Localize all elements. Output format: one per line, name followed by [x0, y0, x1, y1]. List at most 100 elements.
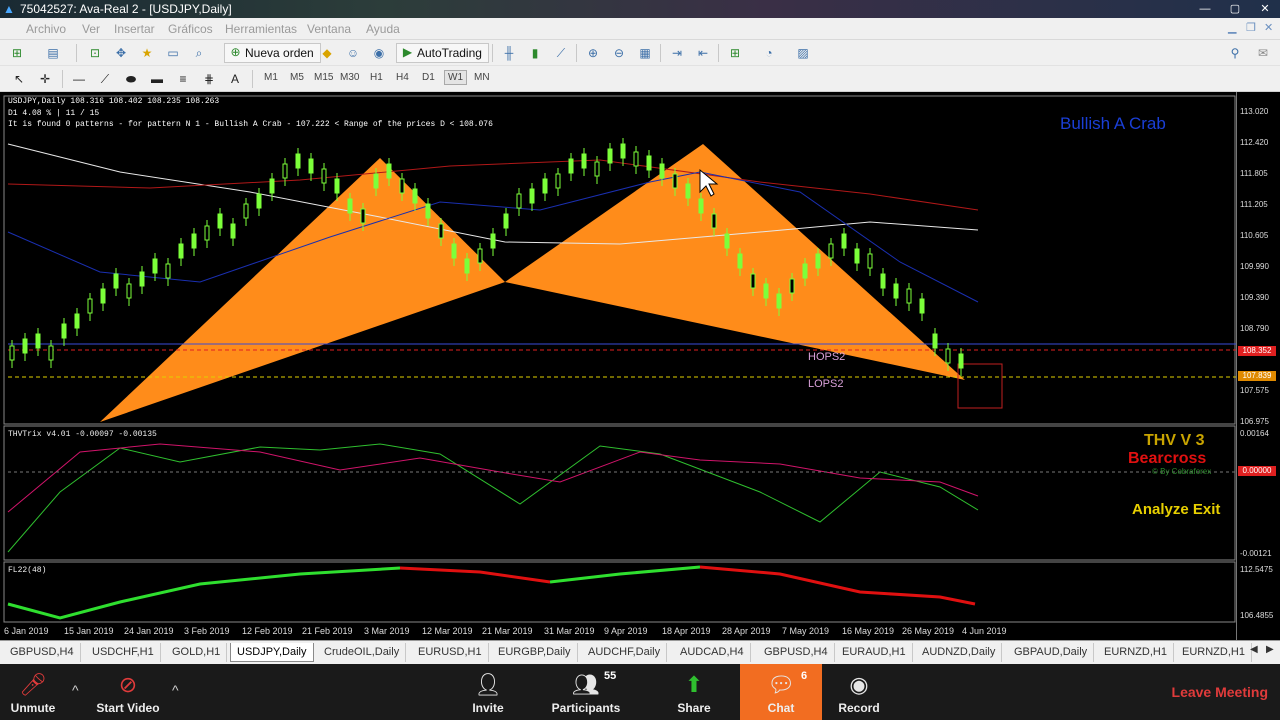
timeframe-h1[interactable]: H1 — [370, 72, 383, 83]
chart-tab[interactable]: EURNZD,H1 — [1176, 643, 1252, 662]
menu-ver[interactable]: Ver — [82, 22, 100, 36]
candle-body — [841, 233, 847, 249]
bar-chart-icon[interactable]: ╫ — [500, 44, 518, 62]
menu-graficos[interactable]: Gráficos — [168, 22, 213, 36]
zoom-in-icon[interactable]: ⊕ — [584, 44, 602, 62]
tester-icon[interactable]: ⌕ — [190, 44, 208, 62]
metaeditor-icon[interactable]: ◆ — [318, 44, 336, 62]
menu-bar: Archivo Ver Insertar Gráficos Herramient… — [0, 18, 1280, 40]
candlestick-icon[interactable]: ▮ — [526, 44, 544, 62]
chat-button[interactable]: 💬︎ 6 Chat — [740, 664, 822, 720]
chart-tab[interactable]: EURGBP,Daily — [492, 643, 578, 662]
fibo-fan-icon[interactable]: ⋕ — [200, 70, 218, 88]
start-video-button[interactable]: ⊘ Start Video — [94, 664, 162, 720]
candle-body — [932, 333, 938, 349]
navigator-icon[interactable]: ★ — [138, 44, 156, 62]
cursor-icon[interactable]: ↖ — [10, 70, 28, 88]
price-chart-canvas[interactable] — [0, 92, 1236, 640]
zoom-out-icon[interactable]: ⊖ — [610, 44, 628, 62]
invite-button[interactable]: 👤︎ Invite — [462, 664, 514, 720]
analyze-exit-label: Analyze Exit — [1132, 501, 1221, 518]
menu-ayuda[interactable]: Ayuda — [366, 22, 400, 36]
text-tool-icon[interactable]: A — [226, 70, 244, 88]
candle-body — [633, 151, 639, 167]
autoscroll-icon[interactable]: ⇤ — [694, 44, 712, 62]
new-order-button[interactable]: ⊕ Nueva orden — [224, 43, 321, 63]
line-chart-icon[interactable]: ⟋ — [552, 44, 570, 62]
close-button[interactable]: ✕ — [1250, 0, 1280, 18]
maximize-button[interactable]: ▢ — [1220, 0, 1250, 18]
timeframe-m1[interactable]: M1 — [264, 72, 278, 83]
menu-archivo[interactable]: Archivo — [26, 22, 66, 36]
periods-icon[interactable]: ◔ — [760, 44, 778, 62]
fibonacci-icon[interactable]: ≡ — [174, 70, 192, 88]
timeframe-d1[interactable]: D1 — [422, 72, 435, 83]
price-tick: 109.990 — [1240, 262, 1269, 271]
vertical-line-icon[interactable]: — — [70, 70, 88, 88]
timeframe-m30[interactable]: M30 — [340, 72, 359, 83]
chart-tab[interactable]: GBPUSD,H4 — [4, 643, 81, 662]
horizontal-line-icon[interactable]: ⬬ — [122, 70, 140, 88]
tile-windows-icon[interactable]: ▦ — [636, 44, 654, 62]
trix-axis-tick: -0.00121 — [1240, 549, 1272, 558]
chart-tab[interactable]: CrudeOIL,Daily — [318, 643, 407, 662]
chat-bubble-icon[interactable]: ✉ — [1254, 44, 1272, 62]
mdi-restore-icon[interactable]: ❐ — [1246, 21, 1256, 34]
hops-label: HOPS2 — [808, 351, 846, 363]
candle-body — [113, 273, 119, 289]
chart-tab[interactable]: EURNZD,H1 — [1098, 643, 1174, 662]
chart-tab[interactable]: USDCHF,H1 — [86, 643, 161, 662]
tabs-scroll-left-icon[interactable]: ◀ — [1250, 644, 1258, 655]
autotrading-button[interactable]: ▶ AutoTrading — [396, 43, 489, 63]
timeframe-m5[interactable]: M5 — [290, 72, 304, 83]
record-button[interactable]: ◉ Record — [836, 664, 882, 720]
menu-insertar[interactable]: Insertar — [114, 22, 155, 36]
timeframe-mn[interactable]: MN — [474, 72, 490, 83]
menu-ventana[interactable]: Ventana — [307, 22, 351, 36]
chart-window[interactable]: USDJPY,Daily 108.316 108.402 108.235 108… — [0, 92, 1280, 640]
crosshair-icon[interactable]: ✛ — [36, 70, 54, 88]
search-icon[interactable]: ⚲ — [1226, 44, 1244, 62]
audio-options-caret-icon[interactable]: ^ — [72, 682, 79, 698]
chart-tab[interactable]: GOLD,H1 — [166, 643, 228, 662]
minimize-button[interactable]: — — [1190, 0, 1220, 18]
date-tick: 7 May 2019 — [782, 626, 830, 636]
timeframe-h4[interactable]: H4 — [396, 72, 409, 83]
timeframe-m15[interactable]: M15 — [314, 72, 333, 83]
timeframe-w1[interactable]: W1 — [444, 70, 467, 85]
channel-icon[interactable]: ▬ — [148, 70, 166, 88]
main-toolbar: ⊞ ▤ ⊡ ✥ ★ ▭ ⌕ ⊕ Nueva orden ◆ ☺ ◉ ▶ AutoTr… — [0, 40, 1280, 66]
chart-tab[interactable]: EURAUD,H1 — [836, 643, 913, 662]
templates-icon[interactable]: ▨ — [794, 44, 812, 62]
terminal-icon[interactable]: ▭ — [164, 44, 182, 62]
candle-body — [61, 323, 67, 339]
share-button[interactable]: ⬆ Share — [672, 664, 716, 720]
chart-shift-icon[interactable]: ⇥ — [668, 44, 686, 62]
leave-meeting-button[interactable]: Leave Meeting — [1172, 684, 1268, 700]
profiles-icon[interactable]: ▤ — [44, 44, 62, 62]
participants-button[interactable]: 👥︎ 55 Participants — [550, 664, 622, 720]
chart-tabs: EURNZD,H1 EURNZD,H1 GBPAUD,Daily AUDNZD,Dai… — [0, 640, 1280, 664]
new-chart-icon[interactable]: ⊞ — [8, 44, 26, 62]
candle-body — [568, 158, 574, 174]
mdi-minimize-icon[interactable]: ▁ — [1228, 21, 1236, 34]
chart-tab[interactable]: USDJPY,Daily — [230, 643, 314, 662]
trendline-icon[interactable]: ⟋ — [96, 70, 114, 88]
chart-tab[interactable]: EURUSD,H1 — [412, 643, 489, 662]
chart-tab[interactable]: GBPAUD,Daily — [1008, 643, 1095, 662]
data-window-icon[interactable]: ✥ — [112, 44, 130, 62]
indicators-icon[interactable]: ⊞ — [726, 44, 744, 62]
candle-body — [74, 313, 80, 329]
video-options-caret-icon[interactable]: ^ — [172, 682, 179, 698]
menu-herramientas[interactable]: Herramientas — [225, 22, 297, 36]
chart-tab[interactable]: AUDCHF,Daily — [582, 643, 668, 662]
market-watch-icon[interactable]: ⊡ — [86, 44, 104, 62]
signals-icon[interactable]: ◉ — [370, 44, 388, 62]
chart-tab[interactable]: GBPUSD,H4 — [758, 643, 835, 662]
expert-icon[interactable]: ☺ — [344, 44, 362, 62]
mdi-close-icon[interactable]: ✕ — [1264, 21, 1273, 34]
chart-tab[interactable]: AUDNZD,Daily — [916, 643, 1003, 662]
unmute-button[interactable]: 🎤︎ Unmute — [0, 664, 66, 720]
chart-tab[interactable]: AUDCAD,H4 — [674, 643, 751, 662]
tabs-scroll-right-icon[interactable]: ▶ — [1266, 644, 1274, 655]
